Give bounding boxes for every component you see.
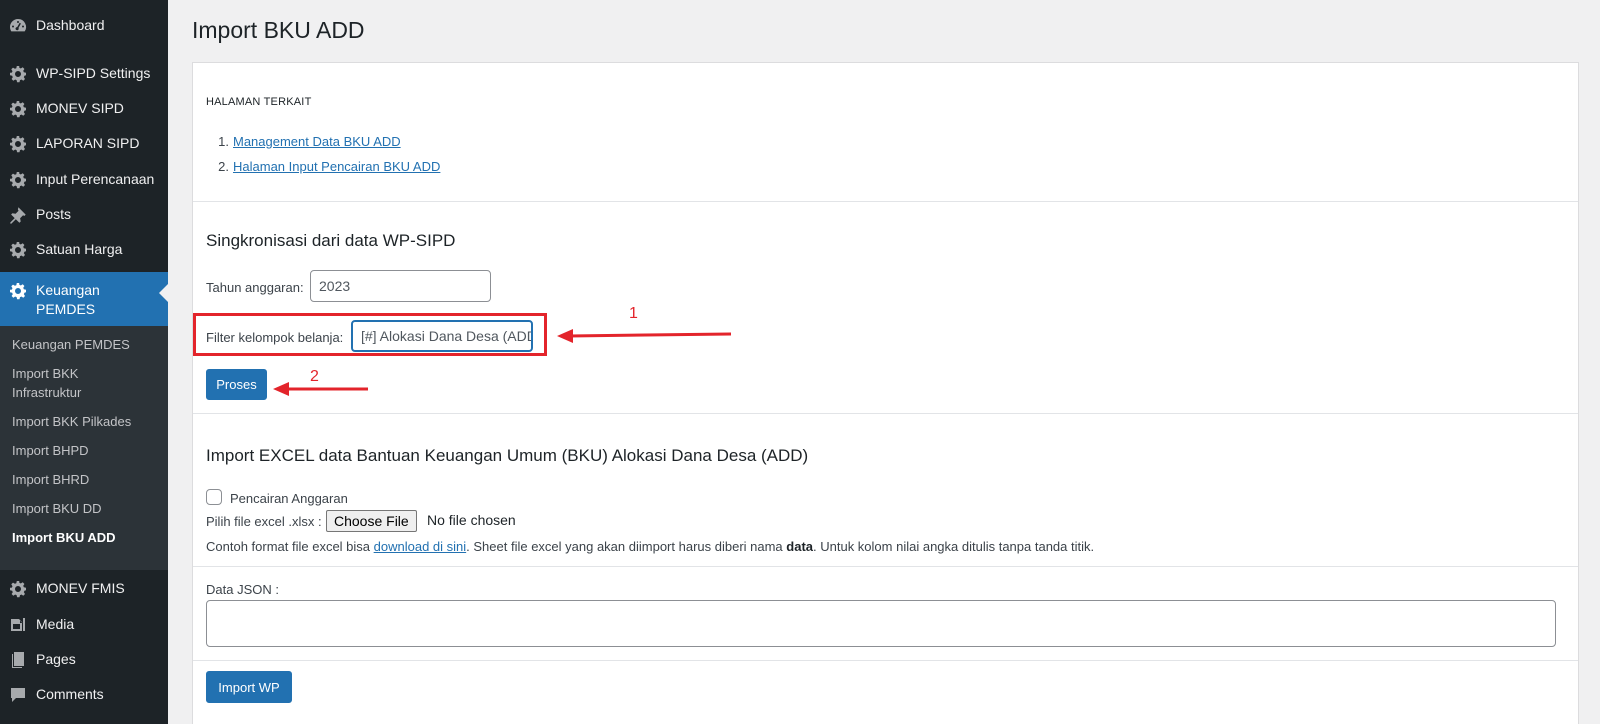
sync-section-title: Singkronisasi dari data WP-SIPD xyxy=(206,231,456,250)
pencairan-anggaran-checkbox[interactable] xyxy=(206,489,222,505)
proses-button[interactable]: Proses xyxy=(206,369,267,400)
gear-icon xyxy=(0,134,36,154)
menu-label: MONEV SIPD xyxy=(36,100,124,116)
import-wp-button[interactable]: Import WP xyxy=(206,671,292,703)
annotation-arrow-1 xyxy=(557,329,732,343)
menu-item-media[interactable]: Media xyxy=(0,607,168,642)
list-item: 2. Halaman Input Pencairan BKU ADD xyxy=(206,154,440,179)
json-textarea[interactable] xyxy=(206,600,1556,647)
gear-icon xyxy=(0,64,36,84)
menu-item-monev-sipd[interactable]: MONEV SIPD xyxy=(0,91,168,126)
section-divider xyxy=(193,201,1578,202)
submenu-item-keuangan-pemdes[interactable]: Keuangan PEMDES xyxy=(12,335,162,354)
choose-file-button[interactable]: Choose File xyxy=(326,510,417,532)
menu-item-input-perencanaan[interactable]: Input Perencanaan xyxy=(0,162,168,197)
menu-item-comments[interactable]: Comments xyxy=(0,677,168,712)
annotation-number-1: 1 xyxy=(629,305,638,322)
download-template-link[interactable]: download di sini xyxy=(374,539,467,554)
menu-item-dashboard[interactable]: Dashboard xyxy=(0,8,168,43)
submenu-item-import-bku-add[interactable]: Import BKU ADD xyxy=(12,528,162,547)
json-label: Data JSON : xyxy=(206,582,279,597)
menu-label: Input Perencanaan xyxy=(36,171,155,187)
related-pages-list: 1. Management Data BKU ADD 2. Halaman In… xyxy=(206,129,440,179)
pencairan-anggaran-label: Pencairan Anggaran xyxy=(230,491,348,506)
menu-label: Dashboard xyxy=(36,17,105,33)
link-management-data-bku-add[interactable]: Management Data BKU ADD xyxy=(233,134,401,149)
submenu-item-import-bkk-pilkades[interactable]: Import BKK Pilkades xyxy=(12,412,162,431)
link-input-pencairan-bku-add[interactable]: Halaman Input Pencairan BKU ADD xyxy=(233,159,440,174)
content-panel: HALAMAN TERKAIT 1. Management Data BKU A… xyxy=(192,62,1579,724)
menu-label: Media xyxy=(36,616,75,632)
help-text: Contoh format file excel bisa download d… xyxy=(206,539,1094,554)
import-section-title: Import EXCEL data Bantuan Keuangan Umum … xyxy=(206,446,809,465)
list-number: 1. xyxy=(218,134,229,149)
filter-kelompok-belanja-input[interactable]: [#] Alokasi Dana Desa (ADD) xyxy=(351,320,533,352)
list-number: 2. xyxy=(218,159,229,174)
menu-label: WP-SIPD Settings xyxy=(36,65,151,81)
gear-icon xyxy=(0,281,36,301)
admin-sidebar: Dashboard WP-SIPD Settings MONEV SIPD LA… xyxy=(0,0,168,724)
comment-icon xyxy=(0,685,36,705)
file-status: No file chosen xyxy=(427,512,516,528)
menu-item-keuangan-pemdes[interactable]: Keuangan PEMDES xyxy=(0,272,168,328)
annotation-number-2: 2 xyxy=(310,368,319,385)
gear-icon xyxy=(0,579,36,599)
gear-icon xyxy=(0,170,36,190)
list-item: 1. Management Data BKU ADD xyxy=(206,129,440,154)
menu-item-monev-fmis[interactable]: MONEV FMIS xyxy=(0,571,168,606)
related-pages-heading: HALAMAN TERKAIT xyxy=(206,96,312,108)
year-input[interactable]: 2023 xyxy=(310,270,491,302)
year-label: Tahun anggaran: xyxy=(206,280,304,295)
media-icon xyxy=(0,615,36,635)
menu-label: Comments xyxy=(36,686,104,702)
menu-label: Satuan Harga xyxy=(36,241,123,257)
submenu-item-import-bku-dd[interactable]: Import BKU DD xyxy=(12,499,162,518)
menu-item-laporan-sipd[interactable]: LAPORAN SIPD xyxy=(0,126,168,161)
page-title: Import BKU ADD xyxy=(192,17,365,43)
menu-item-satuan-harga[interactable]: Satuan Harga xyxy=(0,232,168,267)
section-divider xyxy=(193,413,1578,414)
pin-icon xyxy=(0,205,36,225)
section-divider xyxy=(193,660,1578,661)
menu-label: Pages xyxy=(36,651,76,667)
menu-label: MONEV FMIS xyxy=(36,580,125,596)
menu-item-posts[interactable]: Posts xyxy=(0,197,168,232)
dashboard-icon xyxy=(0,16,36,36)
section-divider xyxy=(193,566,1578,567)
annotation-arrow-2 xyxy=(273,382,368,396)
help-text-mid: . Sheet file excel yang akan diimport ha… xyxy=(466,539,787,554)
menu-item-wp-sipd-settings[interactable]: WP-SIPD Settings xyxy=(0,56,168,91)
filter-label: Filter kelompok belanja: xyxy=(206,330,344,345)
menu-item-pages[interactable]: Pages xyxy=(0,642,168,677)
menu-label: Keuangan PEMDES xyxy=(36,282,100,317)
submenu-item-import-bhpd[interactable]: Import BHPD xyxy=(12,441,162,460)
pages-icon xyxy=(0,650,36,670)
submenu-item-import-bkk-infrastruktur[interactable]: Import BKK Infrastruktur xyxy=(12,364,122,402)
help-text-prefix: Contoh format file excel bisa xyxy=(206,539,374,554)
active-menu-indicator xyxy=(159,284,168,302)
menu-label: LAPORAN SIPD xyxy=(36,135,140,151)
gear-icon xyxy=(0,99,36,119)
menu-label: Posts xyxy=(36,206,72,222)
submenu: Keuangan PEMDES Import BKK Infrastruktur… xyxy=(0,326,168,570)
file-label: Pilih file excel .xlsx : xyxy=(206,514,322,529)
submenu-item-import-bhrd[interactable]: Import BHRD xyxy=(12,470,162,489)
gear-icon xyxy=(0,240,36,260)
help-text-suffix: . Untuk kolom nilai angka ditulis tanpa … xyxy=(813,539,1095,554)
help-text-bold: data xyxy=(786,539,814,554)
